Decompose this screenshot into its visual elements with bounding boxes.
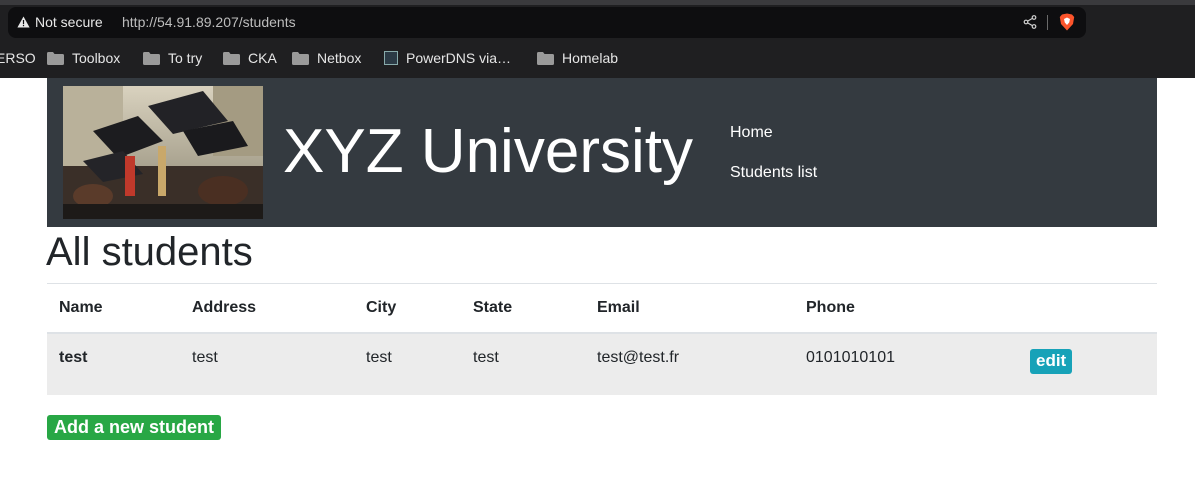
nav-home-link[interactable]: Home [730, 124, 773, 142]
bookmark-label: Toolbox [72, 50, 121, 66]
nav-students-list-link[interactable]: Students list [730, 164, 817, 182]
warning-icon[interactable] [17, 16, 30, 28]
folder-icon [47, 51, 64, 65]
column-header-actions [1018, 283, 1157, 334]
browser-chrome: Not secure http://54.91.89.207/students … [0, 0, 1195, 78]
cell-address: test [180, 333, 354, 395]
folder-icon [143, 51, 160, 65]
graduation-caps-image [63, 86, 263, 219]
bookmark-homelab[interactable]: Homelab [537, 48, 618, 68]
cell-state: test [461, 333, 585, 395]
share-icon[interactable] [1023, 15, 1037, 29]
edit-button[interactable]: edit [1030, 349, 1073, 374]
table-header-row: Name Address City State Email Phone [47, 283, 1157, 334]
bookmarks-bar: ERSO Toolbox To try CKA Netbox PowerDNS … [0, 46, 1195, 70]
column-header-name: Name [47, 283, 180, 334]
bookmark-label: CKA [248, 50, 277, 66]
bookmark-label: ERSO [0, 50, 36, 66]
bookmark-powerdns[interactable]: PowerDNS via… [384, 48, 511, 68]
cell-city: test [354, 333, 461, 395]
add-student-button[interactable]: Add a new student [47, 415, 222, 440]
bookmark-label: Homelab [562, 50, 619, 66]
column-header-email: Email [585, 283, 794, 334]
table-row: test test test test test@test.fr 0101010… [47, 333, 1157, 395]
column-header-state: State [461, 283, 585, 334]
column-header-phone: Phone [794, 283, 1018, 334]
tab-strip-edge [0, 0, 1195, 5]
brave-shield-icon[interactable] [1059, 13, 1075, 31]
address-bar[interactable]: Not secure http://54.91.89.207/students [8, 7, 1086, 38]
site-header: XYZ University Home Students list [47, 78, 1157, 227]
bookmark-erso[interactable]: ERSO [0, 48, 36, 68]
bookmark-toolbox[interactable]: Toolbox [47, 48, 120, 68]
folder-icon [223, 51, 240, 65]
bookmark-label: To try [168, 50, 203, 66]
bookmark-netbox[interactable]: Netbox [292, 48, 361, 68]
cell-name: test [47, 333, 180, 395]
bookmark-label: Netbox [317, 50, 362, 66]
bookmark-label: PowerDNS via… [406, 50, 512, 66]
cell-phone: 0101010101 [794, 333, 1018, 395]
column-header-address: Address [180, 283, 354, 334]
security-status[interactable]: Not secure [35, 14, 103, 30]
cell-email: test@test.fr [585, 333, 794, 395]
site-title: XYZ University [283, 117, 693, 186]
powerdns-favicon-icon [384, 51, 398, 65]
bookmark-to-try[interactable]: To try [143, 48, 202, 68]
students-table: Name Address City State Email Phone test… [47, 283, 1157, 395]
address-bar-divider [1047, 15, 1048, 30]
cell-actions: edit [1018, 333, 1157, 395]
folder-icon [292, 51, 309, 65]
column-header-city: City [354, 283, 461, 334]
folder-icon [537, 51, 554, 65]
page-title: All students [46, 230, 253, 274]
url-text[interactable]: http://54.91.89.207/students [122, 14, 296, 30]
bookmark-cka[interactable]: CKA [223, 48, 277, 68]
